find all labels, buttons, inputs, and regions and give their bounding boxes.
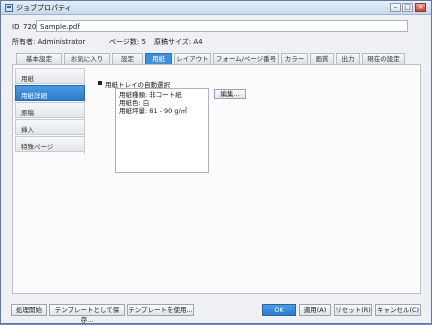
id-value: 720	[23, 23, 37, 31]
edit-button[interactable]: 編集...	[214, 89, 246, 99]
save-template-button[interactable]: テンプレートとして保存...	[49, 304, 125, 324]
tab-paper[interactable]: 用紙	[145, 53, 172, 64]
tab-favorites[interactable]: お気に入り	[64, 53, 110, 64]
job-properties-window: ジョブプロパティ – □ × ID 720 Sample.pdf 所有者: Ad…	[0, 0, 432, 324]
tab-image-quality[interactable]: 画質	[310, 53, 334, 64]
apply-button[interactable]: 適用(A)	[299, 304, 331, 316]
window-title: ジョブプロパティ	[16, 4, 72, 12]
process-start-button[interactable]: 処理開始	[11, 304, 47, 316]
paper-weight-line: 用紙坪量: 81 - 90 g/㎡	[119, 107, 188, 115]
tab-output[interactable]: 出力	[336, 53, 360, 64]
use-template-button[interactable]: テンプレートを使用...	[127, 304, 194, 316]
paper-color-line: 用紙色: 白	[119, 99, 150, 107]
file-name-field[interactable]: Sample.pdf	[36, 20, 408, 32]
original-size-text: 原稿サイズ: A4	[154, 38, 203, 46]
tab-form-page-number[interactable]: フォーム/ページ番号	[213, 53, 279, 64]
side-item-paper-details[interactable]: 用紙詳細	[15, 85, 85, 101]
maximize-icon[interactable]: □	[402, 3, 413, 12]
minimize-icon[interactable]: –	[390, 3, 401, 12]
app-icon	[5, 4, 13, 12]
side-item-special-pages[interactable]: 特殊ページ	[15, 136, 85, 152]
page-count-text: ページ数: 5	[109, 38, 146, 46]
tab-color[interactable]: カラー	[281, 53, 308, 64]
tab-current-settings[interactable]: 現在の設定	[362, 53, 405, 64]
tab-basic[interactable]: 基本設定	[16, 53, 62, 64]
close-icon[interactable]: ×	[415, 3, 426, 12]
ok-button[interactable]: OK	[262, 304, 296, 316]
id-label: ID	[12, 23, 20, 31]
side-item-paper[interactable]: 用紙	[15, 68, 85, 84]
side-item-insert[interactable]: 挿入	[15, 119, 85, 135]
reset-button[interactable]: リセット(R)	[334, 304, 372, 316]
cancel-button[interactable]: キャンセル(C)	[375, 304, 421, 316]
auto-tray-bullet-icon	[98, 81, 102, 85]
tab-layout[interactable]: レイアウト	[174, 53, 211, 64]
side-nav: 用紙 用紙詳細 原稿 挿入 特殊ページ	[15, 68, 85, 154]
side-item-original[interactable]: 原稿	[15, 102, 85, 118]
title-bar: ジョブプロパティ – □ ×	[1, 1, 431, 15]
owner-text: 所有者: Administrator	[12, 38, 86, 46]
paper-type-line: 用紙種類: 非コート紙	[119, 91, 182, 99]
tab-settings[interactable]: 設定	[112, 53, 143, 64]
paper-info-box: 用紙種類: 非コート紙 用紙色: 白 用紙坪量: 81 - 90 g/㎡	[115, 88, 209, 173]
